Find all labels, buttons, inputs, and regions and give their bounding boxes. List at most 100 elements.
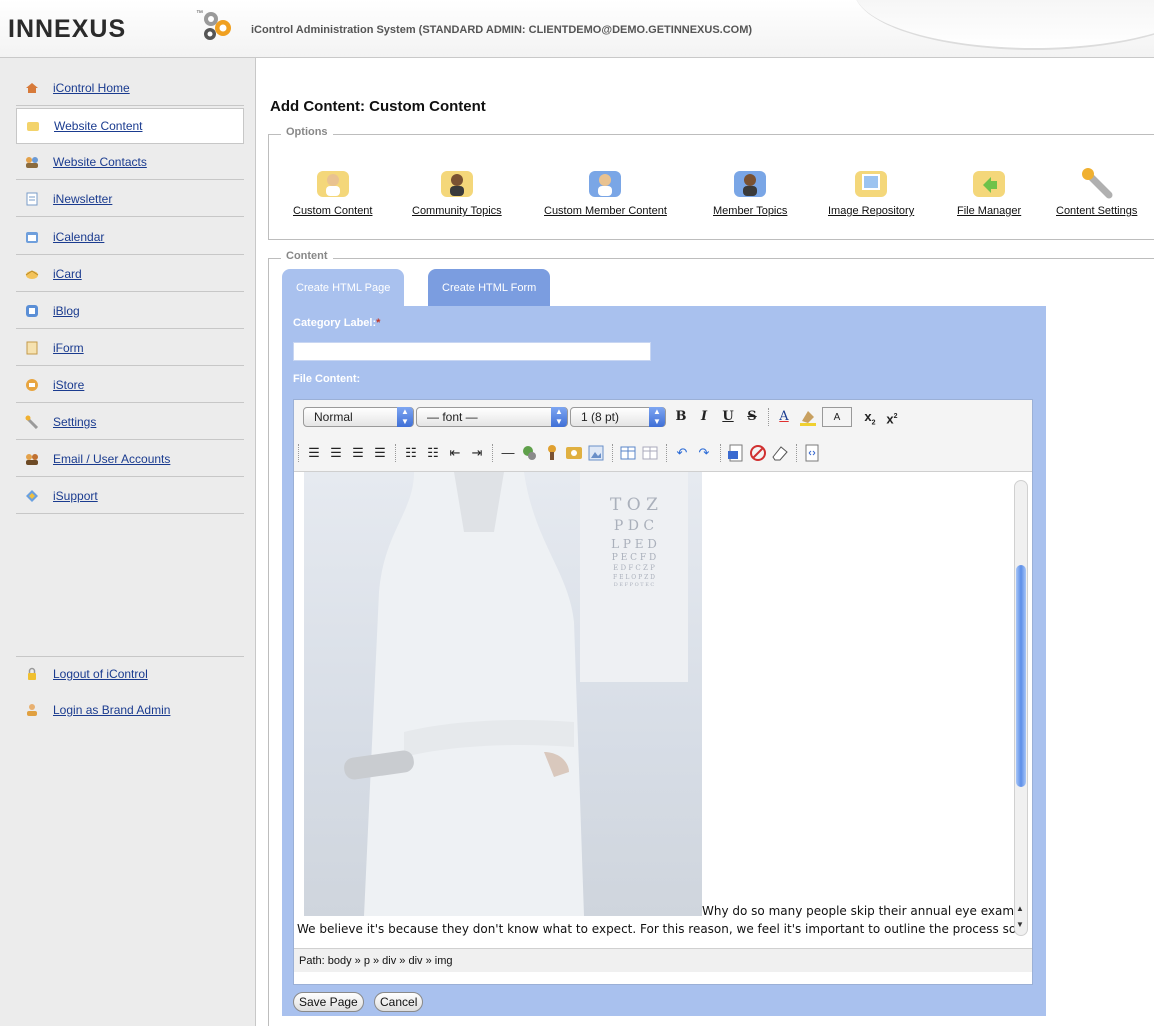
option-label[interactable]: Image Repository: [828, 205, 914, 217]
sidebar-item-label[interactable]: iBlog: [53, 304, 80, 318]
option-file-manager[interactable]: File Manager: [957, 165, 1021, 217]
sidebar-item-label[interactable]: Website Contacts: [53, 155, 147, 169]
sidebar-item-email-user-accounts[interactable]: Email / User Accounts: [16, 441, 244, 477]
sidebar-item-settings[interactable]: Settings: [16, 404, 244, 440]
editor-scrollbar-thumb[interactable]: [1016, 565, 1026, 787]
sidebar-item-label[interactable]: Settings: [53, 415, 96, 429]
sidebar-item-label[interactable]: iStore: [53, 378, 84, 392]
redo-icon[interactable]: ↷: [694, 443, 714, 463]
font-select[interactable]: — font — ▲ ▼: [416, 407, 568, 427]
tab-create-html-page[interactable]: Create HTML Page: [282, 269, 405, 307]
sidebar-item-label[interactable]: Email / User Accounts: [53, 452, 170, 466]
sidebar-item-icalendar[interactable]: iCalendar: [16, 219, 244, 255]
option-label[interactable]: Custom Member Content: [544, 205, 667, 217]
outdent-icon[interactable]: ⇤: [445, 443, 465, 463]
italic-button[interactable]: I: [694, 407, 714, 427]
content-legend: Content: [281, 250, 333, 262]
remove-font-icon[interactable]: [748, 443, 768, 463]
option-custom-member-content[interactable]: Custom Member Content: [544, 165, 667, 217]
option-label[interactable]: Community Topics: [412, 205, 502, 217]
html-source-icon[interactable]: [802, 443, 822, 463]
superscript-button[interactable]: x2: [882, 407, 902, 427]
toolbar-separator: [796, 444, 797, 462]
scroll-up-arrow-icon[interactable]: ▲: [1016, 904, 1024, 913]
sidebar-item-label[interactable]: Website Content: [54, 119, 143, 133]
unordered-list-icon[interactable]: ☷: [423, 443, 443, 463]
align-center-icon[interactable]: ☰: [326, 443, 346, 463]
sidebar-item-label[interactable]: iCalendar: [53, 230, 104, 244]
sidebar-item-label[interactable]: Logout of iControl: [53, 667, 148, 681]
option-image-repository[interactable]: Image Repository: [828, 165, 914, 217]
ordered-list-icon[interactable]: ☷: [401, 443, 421, 463]
background-color-button[interactable]: A: [822, 407, 852, 427]
option-content-settings[interactable]: Content Settings: [1056, 165, 1137, 217]
toolbar-separator: [492, 444, 493, 462]
sidebar-item-label[interactable]: iForm: [53, 341, 84, 355]
sidebar-item-website-content[interactable]: Website Content: [16, 108, 244, 144]
rich-text-editor: Normal ▲ ▼ — font — ▲ ▼ 1 (8 pt) ▲ ▼ B I U …: [293, 399, 1033, 985]
paste-from-word-icon[interactable]: [726, 443, 746, 463]
sidebar: iControl Home Website Content Website Co…: [0, 58, 256, 1026]
subscript-button[interactable]: x2: [860, 407, 880, 427]
doctor-photo-image[interactable]: T O Z P D C L P E D P E C F D E D F C Z …: [304, 472, 702, 916]
sidebar-item-iform[interactable]: iForm: [16, 330, 244, 366]
image-repository-folder-icon: [855, 171, 888, 197]
undo-icon[interactable]: ↶: [672, 443, 692, 463]
category-label-input[interactable]: [293, 342, 651, 361]
sidebar-item-label[interactable]: iSupport: [53, 489, 98, 503]
sidebar-item-icontrol-home[interactable]: iControl Home: [16, 70, 244, 106]
insert-table-icon[interactable]: [618, 443, 638, 463]
option-member-topics[interactable]: Member Topics: [713, 165, 787, 217]
insert-image-icon[interactable]: [586, 443, 606, 463]
align-right-icon[interactable]: ☰: [348, 443, 368, 463]
media-icon[interactable]: [564, 443, 584, 463]
font-color-button[interactable]: A: [774, 407, 794, 427]
table-properties-icon[interactable]: [640, 443, 660, 463]
option-label[interactable]: Content Settings: [1056, 205, 1137, 217]
sidebar-item-isupport[interactable]: iSupport: [16, 478, 244, 514]
subscript-label: x: [864, 409, 872, 424]
innexus-logo[interactable]: INNEXUS: [8, 15, 126, 44]
indent-icon[interactable]: ⇥: [467, 443, 487, 463]
sidebar-item-label[interactable]: iCard: [53, 267, 82, 281]
sidebar-item-iblog[interactable]: iBlog: [16, 293, 244, 329]
scroll-down-arrow-icon[interactable]: ▼: [1016, 920, 1024, 929]
select-arrows-icon: ▲ ▼: [397, 407, 413, 427]
size-select[interactable]: 1 (8 pt) ▲ ▼: [570, 407, 666, 427]
wrench-icon: [25, 415, 39, 429]
strikethrough-button[interactable]: S: [742, 407, 762, 427]
editor-document-area[interactable]: T O Z P D C L P E D P E C F D E D F C Z …: [294, 472, 1032, 948]
sidebar-item-inewsletter[interactable]: iNewsletter: [16, 181, 244, 217]
bold-button[interactable]: B: [671, 407, 691, 427]
sidebar-item-label[interactable]: Login as Brand Admin: [53, 703, 170, 717]
anchor-icon[interactable]: [542, 443, 562, 463]
option-label[interactable]: Member Topics: [713, 205, 787, 217]
sidebar-item-website-contacts[interactable]: Website Contacts: [16, 144, 244, 180]
align-justify-icon[interactable]: ☰: [370, 443, 390, 463]
sidebar-item-login-brand-admin[interactable]: Login as Brand Admin: [16, 692, 244, 728]
superscript-label: x: [886, 411, 894, 427]
tab-create-html-form[interactable]: Create HTML Form: [428, 269, 551, 307]
align-left-icon[interactable]: ☰: [304, 443, 324, 463]
sidebar-item-label[interactable]: iNewsletter: [53, 192, 112, 206]
editor-scrollbar[interactable]: [1014, 480, 1028, 936]
option-label[interactable]: File Manager: [957, 205, 1021, 217]
eraser-icon[interactable]: [770, 443, 790, 463]
sidebar-item-istore[interactable]: iStore: [16, 367, 244, 403]
sidebar-item-logout[interactable]: Logout of iControl: [16, 656, 244, 692]
option-label[interactable]: Custom Content: [293, 205, 372, 217]
underline-button[interactable]: U: [718, 407, 738, 427]
sidebar-item-label[interactable]: iControl Home: [53, 81, 130, 95]
cancel-button[interactable]: Cancel: [374, 992, 424, 1012]
users-icon: [26, 453, 38, 465]
horizontal-rule-icon[interactable]: —: [498, 443, 518, 463]
option-community-topics[interactable]: Community Topics: [412, 165, 502, 217]
save-page-button[interactable]: Save Page: [293, 992, 364, 1012]
page-title: Add Content: Custom Content: [270, 98, 486, 115]
sidebar-item-icard[interactable]: iCard: [16, 256, 244, 292]
option-custom-content[interactable]: Custom Content: [293, 165, 372, 217]
link-icon[interactable]: [520, 443, 540, 463]
highlight-color-icon[interactable]: [798, 407, 818, 427]
format-select[interactable]: Normal ▲ ▼: [303, 407, 414, 427]
form-icon: [26, 341, 38, 354]
